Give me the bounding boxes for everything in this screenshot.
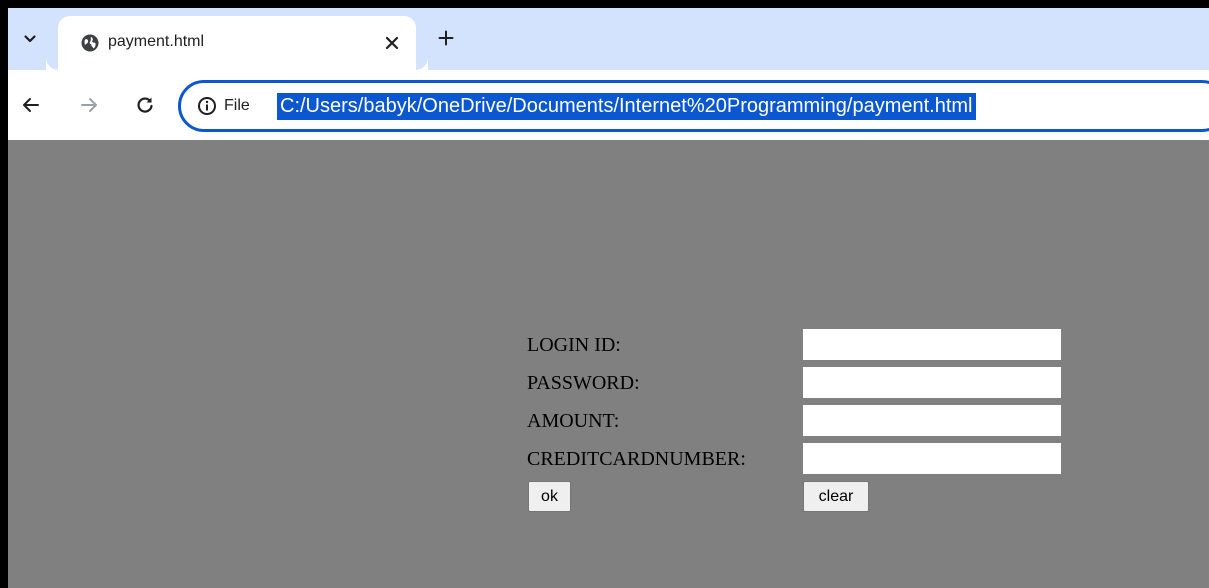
site-info-button[interactable]: File	[197, 94, 250, 118]
password-row: PASSWORD:	[527, 367, 1067, 399]
tab-title: payment.html	[108, 33, 205, 50]
password-input[interactable]	[803, 367, 1061, 398]
close-icon	[385, 36, 399, 50]
toolbar: File C:/Users/babyk/OneDrive/Documents/I…	[8, 70, 1209, 140]
page-content: LOGIN ID: PASSWORD: AMOUNT: CREDITCARDNU…	[8, 142, 1209, 588]
ok-button[interactable]: ok	[528, 481, 571, 512]
amount-label: AMOUNT:	[527, 410, 620, 432]
tab-close-button[interactable]	[380, 31, 404, 55]
credit-card-label: CREDITCARDNUMBER:	[527, 448, 746, 470]
forward-button[interactable]	[74, 90, 104, 120]
login-id-label: LOGIN ID:	[527, 334, 621, 356]
button-row: ok clear	[527, 481, 1067, 513]
tab-search-button[interactable]	[8, 14, 52, 64]
plus-icon	[438, 30, 454, 46]
address-bar[interactable]: File C:/Users/babyk/OneDrive/Documents/I…	[178, 80, 1209, 132]
tab-payment[interactable]: payment.html	[58, 16, 428, 70]
arrow-left-icon	[23, 98, 39, 112]
reload-button[interactable]	[130, 90, 160, 120]
credit-card-input[interactable]	[803, 443, 1061, 474]
url-text[interactable]: C:/Users/babyk/OneDrive/Documents/Intern…	[277, 93, 976, 120]
chevron-down-icon	[24, 35, 36, 43]
tab-strip: payment.html	[8, 8, 1209, 70]
info-icon	[198, 97, 216, 115]
site-info-label: File	[224, 97, 250, 114]
browser-window: payment.html File C:/Users/babyk/OneDriv…	[8, 8, 1209, 588]
login-id-input[interactable]	[803, 329, 1061, 360]
amount-input[interactable]	[803, 405, 1061, 436]
clear-button[interactable]: clear	[803, 481, 869, 512]
login-id-row: LOGIN ID:	[527, 329, 1067, 361]
new-tab-button[interactable]	[434, 26, 458, 50]
password-label: PASSWORD:	[527, 372, 640, 394]
arrow-right-icon	[81, 98, 97, 112]
back-button[interactable]	[16, 90, 46, 120]
globe-icon	[81, 34, 99, 52]
reload-icon	[137, 97, 153, 113]
credit-card-row: CREDITCARDNUMBER:	[527, 443, 1067, 475]
amount-row: AMOUNT:	[527, 405, 1067, 437]
